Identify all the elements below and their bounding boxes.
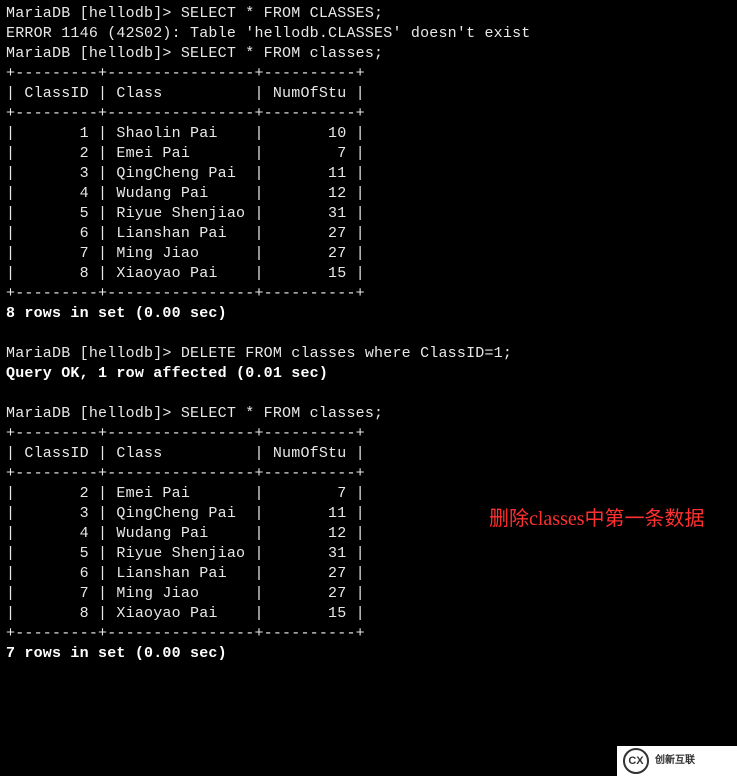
table-separator: +---------+----------------+----------+: [6, 285, 365, 302]
terminal-output[interactable]: MariaDB [hellodb]> SELECT * FROM CLASSES…: [0, 0, 737, 668]
table-row: | 5 | Riyue Shenjiao | 31 |: [6, 205, 365, 222]
result-summary-1: 8 rows in set (0.00 sec): [6, 305, 227, 322]
table-row: | 6 | Lianshan Pai | 27 |: [6, 565, 365, 582]
watermark: CX 创新互联: [617, 746, 737, 776]
table-row: | 7 | Ming Jiao | 27 |: [6, 245, 365, 262]
annotation-text: 删除classes中第一条数据: [489, 506, 725, 532]
table-row: | 7 | Ming Jiao | 27 |: [6, 585, 365, 602]
result-summary-3: 7 rows in set (0.00 sec): [6, 645, 227, 662]
prompt: MariaDB [hellodb]>: [6, 45, 181, 62]
table-row: | 8 | Xiaoyao Pai | 15 |: [6, 605, 365, 622]
sql-command-4: SELECT * FROM classes;: [181, 405, 383, 422]
table-separator: +---------+----------------+----------+: [6, 65, 365, 82]
table-row: | 4 | Wudang Pai | 12 |: [6, 185, 365, 202]
error-message: ERROR 1146 (42S02): Table 'hellodb.CLASS…: [6, 25, 530, 42]
prompt: MariaDB [hellodb]>: [6, 345, 181, 362]
table-row: | 1 | Shaolin Pai | 10 |: [6, 125, 365, 142]
table-row: | 2 | Emei Pai | 7 |: [6, 145, 365, 162]
sql-command-1: SELECT * FROM CLASSES;: [181, 5, 383, 22]
table-separator: +---------+----------------+----------+: [6, 465, 365, 482]
table-row: | 3 | QingCheng Pai | 11 |: [6, 165, 365, 182]
table-separator: +---------+----------------+----------+: [6, 625, 365, 642]
table-row: | 2 | Emei Pai | 7 |: [6, 485, 365, 502]
table-row: | 5 | Riyue Shenjiao | 31 |: [6, 545, 365, 562]
prompt: MariaDB [hellodb]>: [6, 5, 181, 22]
sql-command-3: DELETE FROM classes where ClassID=1;: [181, 345, 512, 362]
table-row: | 3 | QingCheng Pai | 11 |: [6, 505, 365, 522]
table-row: | 6 | Lianshan Pai | 27 |: [6, 225, 365, 242]
table-header: | ClassID | Class | NumOfStu |: [6, 445, 365, 462]
watermark-text: 创新互联: [655, 751, 695, 771]
watermark-logo-icon: CX: [623, 748, 649, 774]
table-separator: +---------+----------------+----------+: [6, 105, 365, 122]
result-summary-2: Query OK, 1 row affected (0.01 sec): [6, 365, 328, 382]
prompt: MariaDB [hellodb]>: [6, 405, 181, 422]
table-row: | 4 | Wudang Pai | 12 |: [6, 525, 365, 542]
table-separator: +---------+----------------+----------+: [6, 425, 365, 442]
sql-command-2: SELECT * FROM classes;: [181, 45, 383, 62]
table-header: | ClassID | Class | NumOfStu |: [6, 85, 365, 102]
table-row: | 8 | Xiaoyao Pai | 15 |: [6, 265, 365, 282]
